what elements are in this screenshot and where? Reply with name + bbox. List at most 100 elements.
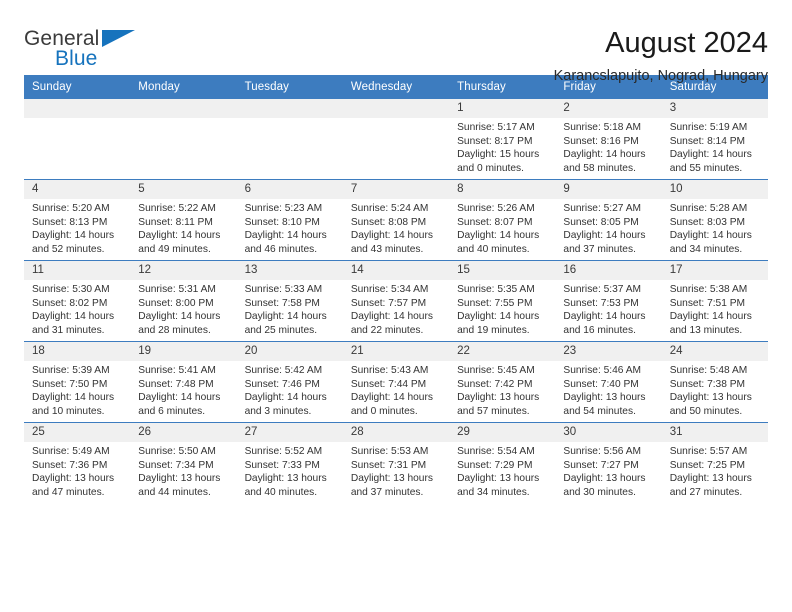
- calendar-day-cell[interactable]: 6 Sunrise: 5:23 AM Sunset: 8:10 PM Daylight…: [236, 179, 343, 261]
- sunrise-text: Sunrise: 5:23 AM: [244, 203, 323, 214]
- day-details: Sunrise: 5:23 AM Sunset: 8:10 PM Daylight:…: [237, 199, 343, 256]
- calendar-day-cell[interactable]: 5 Sunrise: 5:22 AM Sunset: 8:11 PM Daylight…: [130, 179, 237, 261]
- calendar-day-cell[interactable]: 1 Sunrise: 5:17 AM Sunset: 8:17 PM Daylight…: [449, 99, 556, 180]
- calendar-day-cell[interactable]: 2 Sunrise: 5:18 AM Sunset: 8:16 PM Daylight…: [555, 99, 662, 180]
- day-details: Sunrise: 5:19 AM Sunset: 8:14 PM Daylight:…: [662, 118, 768, 175]
- brand-logo[interactable]: General Blue: [24, 26, 139, 72]
- day-details: Sunrise: 5:42 AM Sunset: 7:46 PM Daylight:…: [237, 361, 343, 418]
- calendar-day-cell[interactable]: 15 Sunrise: 5:35 AM Sunset: 7:55 PM Dayligh…: [449, 260, 556, 342]
- sunset-text: Sunset: 8:11 PM: [138, 216, 213, 228]
- sunset-text: Sunset: 7:57 PM: [350, 297, 427, 309]
- daylight-text: Daylight: 13 hours and 37 minutes.: [350, 473, 433, 498]
- weekday-header-tuesday: Tuesday: [236, 75, 343, 99]
- day-details: Sunrise: 5:30 AM Sunset: 8:02 PM Daylight:…: [24, 280, 130, 337]
- day-number: 14: [342, 261, 450, 280]
- sunrise-text: Sunrise: 5:27 AM: [563, 203, 641, 214]
- calendar-day-cell[interactable]: 11 Sunrise: 5:30 AM Sunset: 8:02 PM Dayligh…: [24, 260, 131, 342]
- sunrise-text: Sunrise: 5:30 AM: [32, 284, 110, 295]
- calendar-week-row: 18 Sunrise: 5:39 AM Sunset: 7:50 PM Dayligh…: [24, 341, 768, 423]
- sunrise-text: Sunrise: 5:19 AM: [669, 122, 748, 133]
- day-number: 2: [555, 99, 662, 118]
- calendar-day-cell[interactable]: 27 Sunrise: 5:52 AM Sunset: 7:33 PM Dayligh…: [236, 422, 343, 503]
- calendar-day-cell[interactable]: 31 Sunrise: 5:57 AM Sunset: 7:25 PM Dayligh…: [661, 422, 768, 503]
- calendar-day-cell[interactable]: 7 Sunrise: 5:24 AM Sunset: 8:08 PM Daylight…: [342, 179, 450, 261]
- day-number: 4: [24, 180, 131, 199]
- sunrise-text: Sunrise: 5:43 AM: [350, 365, 429, 376]
- day-number: 5: [130, 180, 237, 199]
- day-details: Sunrise: 5:54 AM Sunset: 7:29 PM Daylight:…: [449, 442, 555, 499]
- day-details: Sunrise: 5:39 AM Sunset: 7:50 PM Daylight:…: [24, 361, 130, 418]
- sunrise-text: Sunrise: 5:20 AM: [32, 203, 110, 214]
- daylight-text: Daylight: 14 hours and 40 minutes.: [457, 230, 540, 255]
- day-number: 9: [555, 180, 662, 199]
- day-details: Sunrise: 5:57 AM Sunset: 7:25 PM Daylight:…: [662, 442, 768, 499]
- calendar-week-row: 25 Sunrise: 5:49 AM Sunset: 7:36 PM Dayligh…: [24, 422, 768, 503]
- calendar-day-cell[interactable]: 26 Sunrise: 5:50 AM Sunset: 7:34 PM Dayligh…: [130, 422, 237, 503]
- calendar-day-cell[interactable]: 20 Sunrise: 5:42 AM Sunset: 7:46 PM Dayligh…: [236, 341, 343, 423]
- day-details: Sunrise: 5:22 AM Sunset: 8:11 PM Daylight:…: [130, 199, 236, 256]
- daylight-text: Daylight: 13 hours and 44 minutes.: [138, 473, 221, 498]
- brand-word-blue: Blue: [55, 47, 98, 70]
- calendar-day-cell[interactable]: 16 Sunrise: 5:37 AM Sunset: 7:53 PM Dayligh…: [555, 260, 662, 342]
- calendar-day-cell[interactable]: 19 Sunrise: 5:41 AM Sunset: 7:48 PM Dayligh…: [130, 341, 237, 423]
- calendar-day-cell[interactable]: 29 Sunrise: 5:54 AM Sunset: 7:29 PM Dayligh…: [449, 422, 556, 503]
- day-details: Sunrise: 5:27 AM Sunset: 8:05 PM Daylight:…: [555, 199, 661, 256]
- calendar-day-cell[interactable]: 8 Sunrise: 5:26 AM Sunset: 8:07 PM Daylight…: [449, 179, 556, 261]
- weekday-header-wednesday: Wednesday: [342, 75, 450, 99]
- calendar-day-cell[interactable]: 18 Sunrise: 5:39 AM Sunset: 7:50 PM Dayligh…: [24, 341, 131, 423]
- sunset-text: Sunset: 8:05 PM: [563, 216, 639, 228]
- daylight-text: Daylight: 14 hours and 3 minutes.: [244, 392, 327, 417]
- calendar-cell-empty: [236, 99, 343, 180]
- day-number: 21: [342, 342, 450, 361]
- calendar-day-cell[interactable]: 21 Sunrise: 5:43 AM Sunset: 7:44 PM Dayligh…: [342, 341, 450, 423]
- calendar-day-cell[interactable]: 17 Sunrise: 5:38 AM Sunset: 7:51 PM Dayligh…: [661, 260, 768, 342]
- sunset-text: Sunset: 8:16 PM: [563, 135, 639, 147]
- calendar-body: 1 Sunrise: 5:17 AM Sunset: 8:17 PM Daylight…: [24, 99, 768, 503]
- daylight-text: Daylight: 14 hours and 19 minutes.: [457, 311, 540, 336]
- title-block: August 2024 Karancslapujto, Nograd, Hung…: [554, 26, 768, 86]
- calendar-day-cell[interactable]: 14 Sunrise: 5:34 AM Sunset: 7:57 PM Dayligh…: [342, 260, 450, 342]
- day-details: Sunrise: 5:49 AM Sunset: 7:36 PM Daylight:…: [24, 442, 130, 499]
- day-number: 28: [342, 423, 450, 442]
- daylight-text: Daylight: 13 hours and 54 minutes.: [563, 392, 646, 417]
- calendar-day-cell[interactable]: 30 Sunrise: 5:56 AM Sunset: 7:27 PM Dayligh…: [555, 422, 662, 503]
- daylight-text: Daylight: 14 hours and 25 minutes.: [244, 311, 327, 336]
- sunset-text: Sunset: 7:27 PM: [563, 459, 639, 471]
- sunset-text: Sunset: 7:25 PM: [669, 459, 746, 471]
- daylight-text: Daylight: 14 hours and 10 minutes.: [32, 392, 115, 417]
- calendar-day-cell[interactable]: 25 Sunrise: 5:49 AM Sunset: 7:36 PM Dayligh…: [24, 422, 131, 503]
- calendar-day-cell[interactable]: 10 Sunrise: 5:28 AM Sunset: 8:03 PM Dayligh…: [661, 179, 768, 261]
- calendar-day-cell[interactable]: 9 Sunrise: 5:27 AM Sunset: 8:05 PM Daylight…: [555, 179, 662, 261]
- daylight-text: Daylight: 13 hours and 40 minutes.: [244, 473, 327, 498]
- calendar-day-cell[interactable]: 24 Sunrise: 5:48 AM Sunset: 7:38 PM Dayligh…: [661, 341, 768, 423]
- calendar-day-cell[interactable]: 3 Sunrise: 5:19 AM Sunset: 8:14 PM Daylight…: [661, 99, 768, 180]
- day-number: 10: [661, 180, 768, 199]
- sunrise-text: Sunrise: 5:28 AM: [669, 203, 748, 214]
- calendar-day-cell[interactable]: 23 Sunrise: 5:46 AM Sunset: 7:40 PM Dayligh…: [555, 341, 662, 423]
- day-number: 11: [24, 261, 131, 280]
- calendar-day-cell[interactable]: 12 Sunrise: 5:31 AM Sunset: 8:00 PM Dayligh…: [130, 260, 237, 342]
- day-number: 1: [449, 99, 556, 118]
- brand-word-general: General: [24, 27, 100, 50]
- day-details: Sunrise: 5:52 AM Sunset: 7:33 PM Daylight:…: [237, 442, 343, 499]
- page-title: August 2024: [605, 27, 768, 59]
- day-number: [24, 99, 131, 118]
- daylight-text: Daylight: 14 hours and 6 minutes.: [138, 392, 221, 417]
- calendar-cell-empty: [342, 99, 450, 180]
- sunrise-text: Sunrise: 5:49 AM: [32, 446, 110, 457]
- day-number: 3: [661, 99, 768, 118]
- day-details: Sunrise: 5:48 AM Sunset: 7:38 PM Daylight:…: [662, 361, 768, 418]
- calendar-day-cell[interactable]: 22 Sunrise: 5:45 AM Sunset: 7:42 PM Dayligh…: [449, 341, 556, 423]
- sunrise-text: Sunrise: 5:39 AM: [32, 365, 110, 376]
- triangle-icon: [102, 30, 135, 47]
- sunset-text: Sunset: 7:36 PM: [32, 459, 108, 471]
- daylight-text: Daylight: 14 hours and 46 minutes.: [244, 230, 327, 255]
- sunset-text: Sunset: 7:51 PM: [669, 297, 746, 309]
- calendar-day-cell[interactable]: 28 Sunrise: 5:53 AM Sunset: 7:31 PM Dayligh…: [342, 422, 450, 503]
- day-number: [130, 99, 237, 118]
- calendar-day-cell[interactable]: 13 Sunrise: 5:33 AM Sunset: 7:58 PM Dayligh…: [236, 260, 343, 342]
- day-number: 31: [661, 423, 768, 442]
- sunset-text: Sunset: 7:33 PM: [244, 459, 320, 471]
- sunset-text: Sunset: 7:58 PM: [244, 297, 320, 309]
- calendar-day-cell[interactable]: 4 Sunrise: 5:20 AM Sunset: 8:13 PM Daylight…: [24, 179, 131, 261]
